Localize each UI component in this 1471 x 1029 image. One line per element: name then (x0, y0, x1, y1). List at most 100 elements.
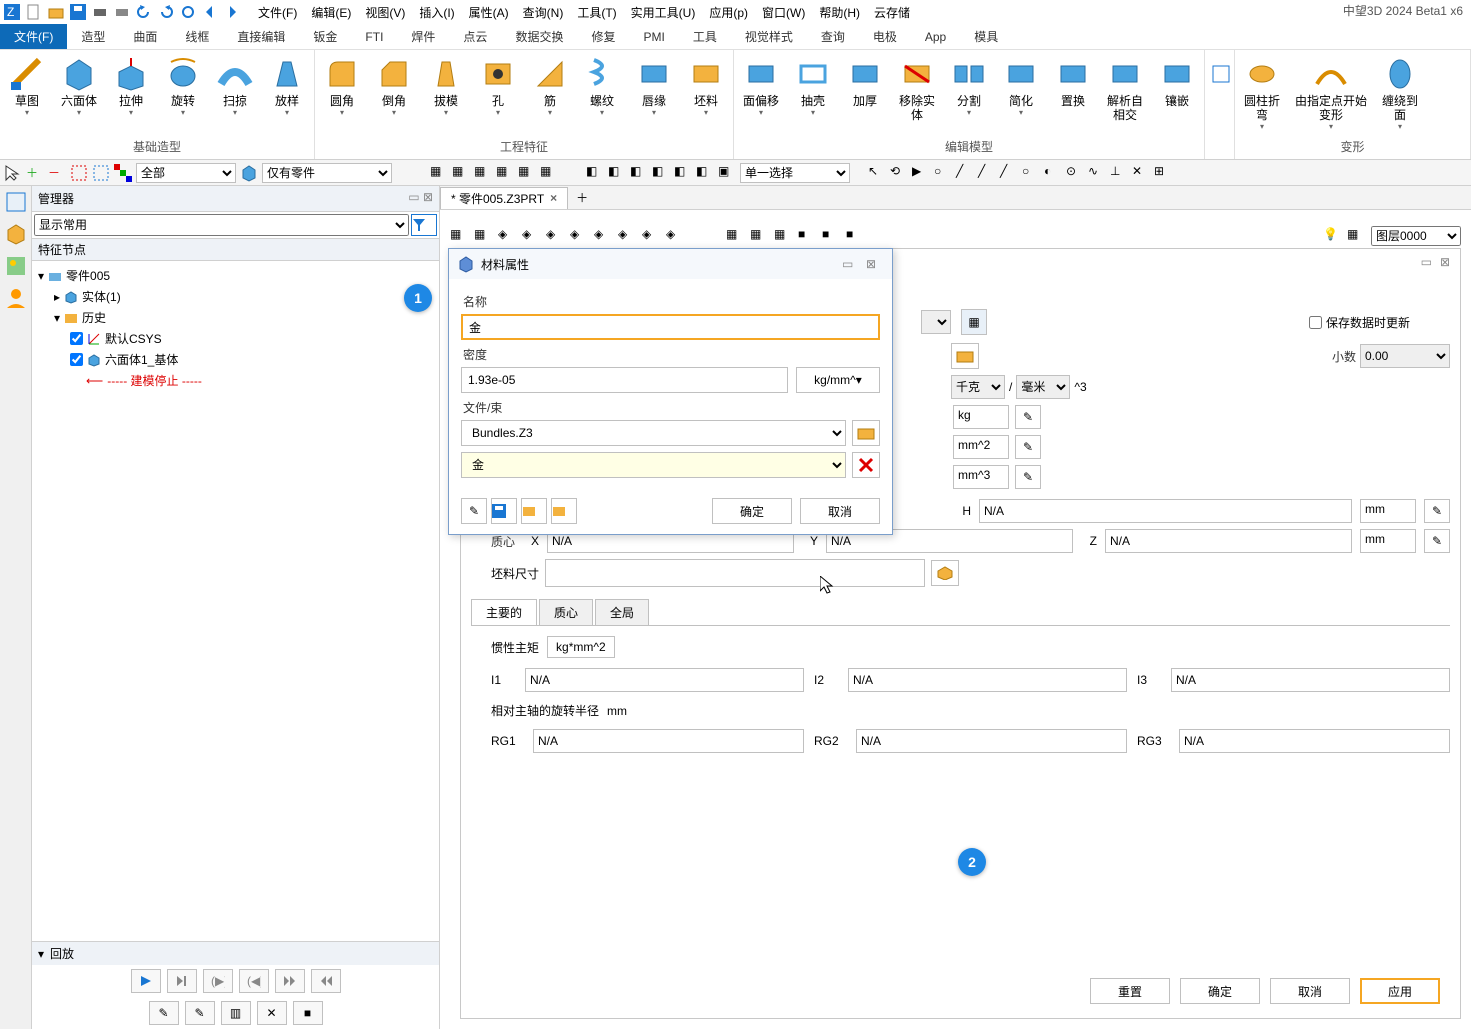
feature-tree[interactable]: ▾ 零件005 ▸ 实体(1) ▾ 历史 默认CSYS 六面体1_基体 ⟵ --… (32, 261, 439, 941)
density-input[interactable] (461, 367, 788, 393)
restore-icon[interactable]: ▭ (408, 190, 419, 204)
side-tab-img[interactable] (4, 254, 28, 278)
ribbon-tab-app[interactable]: App (911, 26, 960, 48)
dialog-ok-button[interactable]: 确定 (712, 498, 792, 524)
toolbar-icon[interactable]: ◧ (674, 164, 692, 182)
view-icon[interactable]: ▦ (750, 227, 768, 245)
dialog-cancel-button[interactable]: 取消 (800, 498, 880, 524)
material-select[interactable]: 金 (461, 452, 846, 478)
cube-filter-icon[interactable] (240, 164, 258, 182)
view-icon[interactable]: ▦ (774, 227, 792, 245)
rg2-input[interactable] (856, 729, 1127, 753)
edit-sketch-button[interactable]: ✎ (149, 1001, 179, 1025)
nav-icon[interactable]: ✕ (1132, 164, 1150, 182)
nav-icon[interactable]: ⊙ (1066, 164, 1084, 182)
view-icon[interactable]: ■ (846, 227, 864, 245)
panel-ok-button[interactable]: 确定 (1180, 978, 1260, 1004)
folder-button[interactable] (951, 343, 979, 369)
redo-icon[interactable] (158, 4, 174, 20)
tab-global[interactable]: 全局 (595, 599, 649, 625)
reset-button[interactable]: 重置 (1090, 978, 1170, 1004)
cursor-icon[interactable] (4, 164, 22, 182)
delete-button[interactable]: ✕ (257, 1001, 287, 1025)
print-icon[interactable] (92, 4, 108, 20)
ribbon-tab-wire[interactable]: 线框 (171, 24, 223, 49)
ribbon-btn-split[interactable]: 分割▾ (946, 52, 992, 117)
forward-icon[interactable] (224, 4, 240, 20)
edit-mm2-button[interactable]: ✎ (1015, 435, 1041, 459)
open-icon[interactable] (48, 4, 64, 20)
undo-icon[interactable] (136, 4, 152, 20)
edit-mm3-button[interactable]: ✎ (1015, 465, 1041, 489)
ribbon-btn-loft[interactable]: 放样▾ (264, 52, 310, 117)
side-tab-user[interactable] (4, 286, 28, 310)
ribbon-btn-wrap[interactable]: 缠绕到面▾ (1377, 52, 1423, 131)
ribbon-btn-thread[interactable]: 螺纹▾ (579, 52, 625, 117)
toolbar-icon[interactable]: ◧ (608, 164, 626, 182)
h-input[interactable] (979, 499, 1352, 523)
toolbar-icon[interactable]: ▦ (452, 164, 470, 182)
ff-button[interactable] (275, 969, 305, 993)
ribbon-tab-weld[interactable]: 焊件 (397, 24, 449, 49)
menu-file[interactable]: 文件(F) (252, 2, 303, 23)
toolbar-icon[interactable]: ◧ (586, 164, 604, 182)
nav-icon[interactable]: ╱ (978, 164, 996, 182)
ribbon-tab-visual[interactable]: 视觉样式 (731, 24, 807, 49)
side-tab-box[interactable] (4, 222, 28, 246)
edit-h-button[interactable]: ✎ (1424, 499, 1450, 523)
ribbon-btn-draft[interactable]: 拔模▾ (423, 52, 469, 117)
print2-icon[interactable] (114, 4, 130, 20)
view-icon[interactable]: ◈ (666, 227, 684, 245)
ribbon-btn-lip[interactable]: 唇缘▾ (631, 52, 677, 117)
dialog-close-icon[interactable]: ⊠ (866, 257, 884, 271)
toolbar-icon[interactable]: ▦ (430, 164, 448, 182)
ribbon-btn-hole[interactable]: 孔▾ (475, 52, 521, 117)
document-tab[interactable]: * 零件005.Z3PRT × (440, 187, 568, 209)
play-button[interactable] (131, 969, 161, 993)
density-unit-select[interactable]: kg/mm^ ▾ (796, 367, 880, 393)
filter-all-select[interactable]: 全部 (136, 163, 236, 183)
step-fwd-button[interactable] (167, 969, 197, 993)
ribbon-btn-anchor[interactable] (1209, 52, 1233, 92)
ribbon-btn-fillet[interactable]: 圆角▾ (319, 52, 365, 117)
layer-icon[interactable]: ▦ (1347, 227, 1365, 245)
menu-view[interactable]: 视图(V) (359, 2, 411, 23)
toolbar-icon[interactable]: ▦ (518, 164, 536, 182)
i2-input[interactable] (848, 668, 1127, 692)
select-rect-icon[interactable] (70, 164, 88, 182)
rg1-input[interactable] (533, 729, 804, 753)
side-tab-tree[interactable] (4, 190, 28, 214)
nav-icon[interactable]: ⊥ (1110, 164, 1128, 182)
toolbar-icon[interactable]: ▦ (496, 164, 514, 182)
i1-input[interactable] (525, 668, 804, 692)
toolbar-icon[interactable]: ▦ (474, 164, 492, 182)
mass-unit-select[interactable]: 千克 (951, 375, 1005, 399)
select-mode-select[interactable]: 单一选择 (740, 163, 850, 183)
color-picker-icon[interactable] (114, 164, 132, 182)
apply-button[interactable]: 应用 (1360, 978, 1440, 1004)
view-icon[interactable]: ◈ (522, 227, 540, 245)
minus-icon[interactable]: － (48, 164, 66, 182)
clear-button[interactable]: ✎ (461, 498, 487, 524)
ribbon-btn-self-intersect[interactable]: 解析自相交 (1102, 52, 1148, 122)
ribbon-btn-point-deform[interactable]: 由指定点开始变形▾ (1291, 52, 1371, 131)
ribbon-btn-mosaic[interactable]: 镶嵌 (1154, 52, 1200, 108)
stock-box-button[interactable] (931, 560, 959, 586)
toolbar-icon[interactable]: ◧ (696, 164, 714, 182)
view-icon[interactable]: ◈ (642, 227, 660, 245)
ribbon-btn-chamfer[interactable]: 倒角▾ (371, 52, 417, 117)
edit-feature-button[interactable]: ✎ (185, 1001, 215, 1025)
tab-centroid[interactable]: 质心 (539, 599, 593, 625)
ribbon-btn-thick[interactable]: 加厚 (842, 52, 888, 108)
toolbar-icon[interactable]: ◧ (630, 164, 648, 182)
ribbon-tab-pmi[interactable]: PMI (629, 26, 678, 48)
nav-icon[interactable]: ○ (1022, 164, 1040, 182)
rew-button[interactable] (311, 969, 341, 993)
tree-csys[interactable]: 默认CSYS (38, 328, 433, 349)
view-icon[interactable]: ▦ (474, 227, 492, 245)
z-input[interactable] (1105, 529, 1352, 553)
nav-icon[interactable]: ⟲ (890, 164, 908, 182)
ribbon-tab-fti[interactable]: FTI (351, 26, 397, 48)
fullredo-icon[interactable] (180, 4, 196, 20)
menu-cloud[interactable]: 云存储 (868, 2, 916, 23)
